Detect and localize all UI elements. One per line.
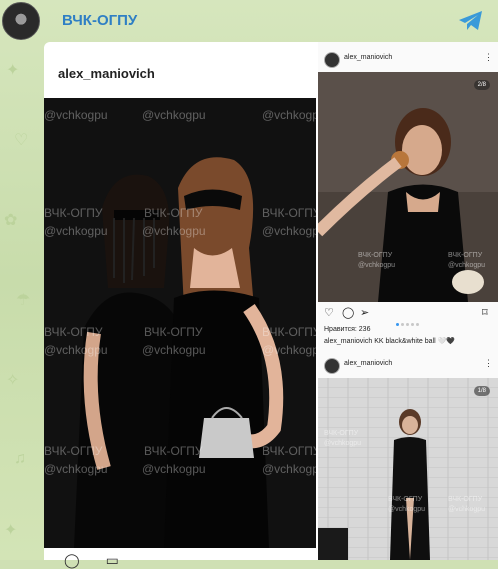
ig-photo-counter: 1/8 — [473, 386, 490, 396]
ig-post-header: alex_maniovich ⋮ — [318, 48, 498, 70]
watermark: ВЧК-ОГПУ — [448, 496, 483, 503]
watermark: ВЧК-ОГПУ — [388, 496, 423, 503]
comment-bubble-icon[interactable]: ◯ — [342, 306, 354, 319]
ig-likes: Нравится: 236 — [324, 326, 371, 333]
like-heart-icon[interactable]: ♡ — [324, 306, 334, 319]
watermark: ВЧК-ОГПУ — [262, 325, 316, 339]
doodle-icon: ☂ — [16, 292, 31, 309]
watermark: @vchkogpu — [448, 506, 486, 513]
more-options-icon[interactable]: ⋮ — [484, 52, 493, 63]
watermark: ВЧК-ОГПУ — [324, 430, 359, 437]
watermark: @vchkogpu — [324, 440, 362, 447]
watermark: @vchkogpu — [262, 462, 316, 476]
message-bubble: alex_maniovich @vchkogpu @vchkogpu @vchk… — [44, 42, 498, 568]
ig-post-header: alex_maniovich ⋮ — [318, 354, 498, 376]
instagram-screenshots: alex_maniovich ⋮ 2/8 ВЧК-ОГПУ @vchkogpu … — [318, 42, 498, 560]
watermark: @vchkogpu — [142, 224, 206, 238]
send-icon[interactable]: ➢ — [360, 306, 369, 319]
watermark: @vchkogpu — [142, 108, 206, 122]
ig-photo-1[interactable]: 2/8 ВЧК-ОГПУ @vchkogpu ВЧК-ОГПУ @vchkogp… — [318, 72, 498, 302]
watermark: ВЧК-ОГПУ — [44, 444, 103, 458]
post-username: alex_maniovich — [58, 66, 155, 81]
watermark: @vchkogpu — [44, 343, 108, 357]
watermark: ВЧК-ОГПУ — [262, 206, 316, 220]
watermark: @vchkogpu — [142, 343, 206, 357]
watermark: @vchkogpu — [44, 108, 108, 122]
watermark: ВЧК-ОГПУ — [144, 325, 203, 339]
channel-avatar-icon[interactable] — [2, 2, 40, 40]
more-options-icon[interactable]: ⋮ — [484, 358, 493, 369]
watermark: ВЧК-ОГПУ — [448, 252, 483, 259]
post-photo[interactable]: @vchkogpu @vchkogpu @vchkogpu ВЧК-ОГПУ @… — [44, 98, 316, 548]
watermark: ВЧК-ОГПУ — [358, 252, 393, 259]
doodle-icon: ✦ — [6, 62, 20, 79]
watermark: @vchkogpu — [262, 224, 316, 238]
watermark: @vchkogpu — [262, 343, 316, 357]
ig-action-bar: ♡ ◯ ➢ ⌑ — [318, 306, 498, 326]
channel-title[interactable]: ВЧК-ОГПУ — [62, 12, 137, 29]
ig-caption: alex_maniovich KK black&white ball 🤍🖤 — [324, 338, 456, 345]
watermark: @vchkogpu — [44, 462, 108, 476]
doodle-icon: ♫ — [14, 450, 26, 467]
ig-username[interactable]: alex_maniovich — [344, 54, 392, 61]
ig-photo-2-illustration — [318, 378, 498, 560]
watermark: ВЧК-ОГПУ — [144, 206, 203, 220]
save-bookmark-icon[interactable]: ⌑ — [482, 306, 488, 319]
carousel-dots — [396, 313, 421, 331]
photo-illustration — [44, 98, 316, 548]
watermark: @vchkogpu — [44, 224, 108, 238]
watermark: @vchkogpu — [262, 108, 316, 122]
watermark: @vchkogpu — [448, 262, 486, 269]
watermark: ВЧК-ОГПУ — [44, 325, 103, 339]
watermark: ВЧК-ОГПУ — [262, 444, 316, 458]
doodle-icon: ✿ — [4, 212, 18, 229]
post-bottom-icons: ◯ ▭ — [64, 552, 119, 569]
doodle-icon: ♡ — [14, 132, 29, 149]
comment-icon[interactable]: ◯ — [64, 552, 80, 568]
watermark: ВЧК-ОГПУ — [144, 444, 203, 458]
ig-photo-2[interactable]: 1/8 ВЧК-ОГПУ @vchkogpu ВЧК-ОГПУ @vchkogp… — [318, 378, 498, 560]
ig-avatar-icon[interactable] — [324, 358, 340, 374]
watermark: ВЧК-ОГПУ — [44, 206, 103, 220]
doodle-icon: ✦ — [4, 522, 18, 539]
ig-username[interactable]: alex_maniovich — [344, 360, 392, 367]
watermark: @vchkogpu — [142, 462, 206, 476]
bookmark-icon[interactable]: ▭ — [106, 552, 119, 568]
doodle-icon: ✧ — [6, 372, 20, 389]
ig-avatar-icon[interactable] — [324, 52, 340, 68]
chat-header: ВЧК-ОГПУ — [0, 0, 498, 44]
watermark: @vchkogpu — [388, 506, 426, 513]
watermark: @vchkogpu — [358, 262, 396, 269]
ig-photo-counter: 2/8 — [473, 80, 490, 90]
telegram-share-icon[interactable] — [458, 10, 484, 32]
